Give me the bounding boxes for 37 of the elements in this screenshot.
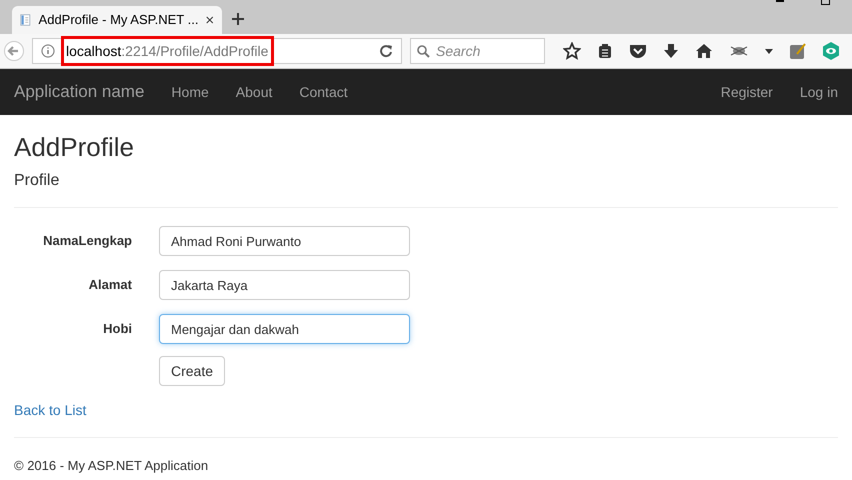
create-button[interactable]: Create [159, 356, 226, 386]
field-label: Alamat [88, 276, 132, 294]
search-icon [417, 45, 430, 58]
back-link[interactable]: Back to List [14, 400, 86, 421]
download-icon[interactable] [663, 43, 679, 59]
footer-text: © 2016 - My ASP.NET Application [14, 457, 210, 475]
clipboard-icon[interactable] [597, 43, 613, 59]
maximize-icon[interactable] [821, 0, 830, 5]
nav-link[interactable]: About [236, 82, 272, 102]
close-icon[interactable] [206, 15, 214, 25]
home-icon[interactable] [695, 43, 713, 59]
page-title: AddProfile [14, 131, 135, 163]
page-icon [20, 12, 31, 28]
nav-link[interactable]: Home [171, 82, 209, 102]
info-icon[interactable] [41, 44, 55, 58]
url-field[interactable]: localhost:2214/Profile/AddProfile [61, 36, 274, 66]
dropdown-icon[interactable] [765, 48, 773, 54]
new-tab-icon[interactable] [232, 13, 244, 25]
nav-link[interactable]: Register [720, 82, 773, 102]
field-label: NamaLengkap [42, 232, 132, 250]
nav-link[interactable]: Log in [800, 82, 838, 102]
nav-link[interactable]: Contact [299, 82, 348, 102]
brand-link[interactable]: Application name [14, 79, 144, 105]
text-field[interactable]: Mengajar dan dakwah [159, 314, 410, 344]
tab-title: AddProfile - My ASP.NET ... [38, 11, 198, 30]
back-icon[interactable] [4, 41, 24, 61]
page-subtitle: Profile [14, 171, 60, 191]
eye-icon[interactable] [823, 42, 839, 60]
browser-tab[interactable]: AddProfile - My ASP.NET ... [12, 6, 222, 34]
reload-icon[interactable] [379, 44, 393, 58]
text-field[interactable]: Ahmad Roni Purwanto [159, 226, 410, 256]
pocket-icon[interactable] [629, 43, 647, 59]
notepad-icon[interactable] [789, 42, 807, 60]
search-field[interactable]: Search [410, 38, 545, 64]
text-field[interactable]: Jakarta Raya [159, 270, 410, 300]
field-label: Hobi [102, 320, 132, 338]
star-icon[interactable] [563, 42, 581, 60]
